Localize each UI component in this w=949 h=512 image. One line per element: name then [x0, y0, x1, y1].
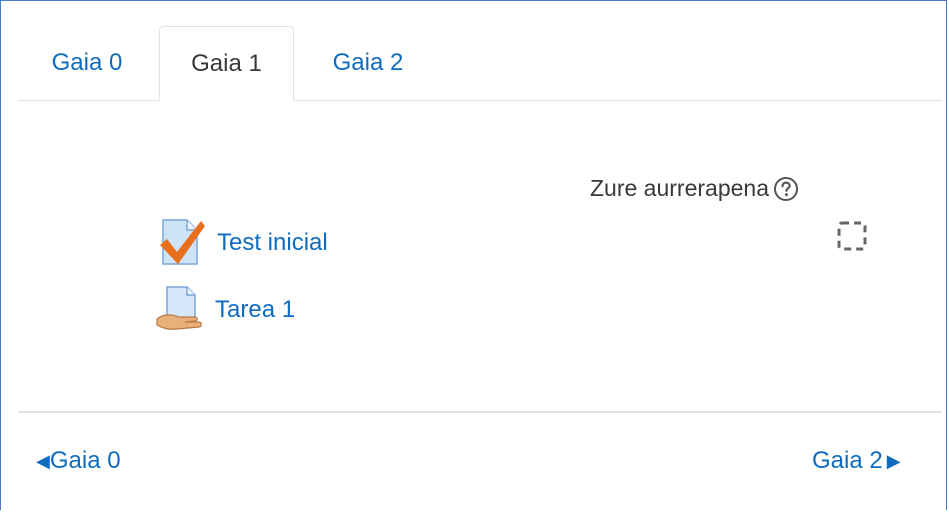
activity-label: Tarea 1	[215, 296, 296, 323]
prev-section-link[interactable]: ◀ Gaia 0	[36, 447, 121, 475]
activity-tarea-1[interactable]: Tarea 1	[155, 285, 295, 335]
activity-label: Test inicial	[217, 229, 328, 256]
tab-gaia-1[interactable]: Gaia 1	[159, 26, 294, 101]
activity-test-inicial[interactable]: Test inicial	[157, 218, 328, 268]
progress-header: Zure aurrerapena	[590, 175, 799, 202]
quiz-checkmark-icon	[157, 218, 207, 268]
tab-gaia-0[interactable]: Gaia 0	[18, 26, 156, 100]
left-arrow-icon: ◀	[36, 450, 50, 471]
right-arrow-icon: ▶	[886, 450, 901, 471]
next-section-label: Gaia 2	[812, 447, 883, 474]
tab-gaia-2[interactable]: Gaia 2	[298, 26, 438, 100]
next-section-link[interactable]: Gaia 2 ▶	[812, 447, 901, 475]
section-divider	[18, 411, 942, 413]
progress-label: Zure aurrerapena	[590, 175, 769, 201]
help-icon[interactable]	[773, 176, 799, 202]
completion-checkbox-test-inicial[interactable]	[837, 221, 867, 251]
prev-section-label: Gaia 0	[49, 447, 121, 474]
assignment-hand-icon	[155, 285, 205, 335]
section-tabs: Gaia 0 Gaia 1 Gaia 2	[18, 26, 942, 101]
